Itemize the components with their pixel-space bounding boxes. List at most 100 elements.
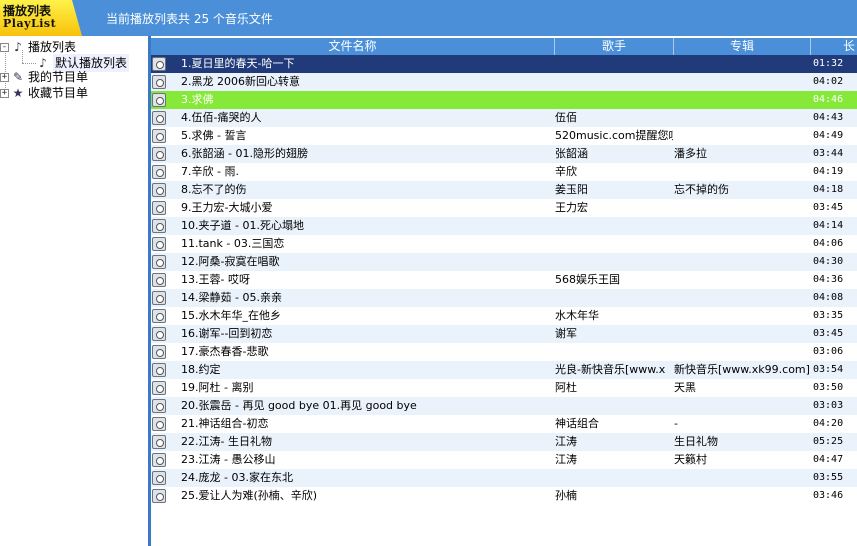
track-album — [674, 289, 810, 307]
track-artist: 辛欣 — [555, 165, 577, 178]
table-row[interactable]: 7.辛欣 - 雨. 辛欣 04:19 — [151, 163, 857, 181]
track-artist: 江涛 — [555, 435, 577, 448]
track-duration: 03:46 — [813, 490, 844, 501]
audio-file-icon — [151, 163, 169, 181]
track-title: 1.夏日里的春天-哈一下 — [181, 57, 295, 70]
table-row[interactable]: 17.豪杰春香-悲歌 03:06 — [151, 343, 857, 361]
table-row[interactable]: 10.夹子道 - 01.死心塌地 04:14 — [151, 217, 857, 235]
track-artist: 光良-新快音乐[www.x — [555, 363, 666, 376]
track-artist — [555, 289, 673, 307]
audio-file-icon — [151, 307, 169, 325]
table-row[interactable]: 2.黑龙 2006新回心转意 04:02 — [151, 73, 857, 91]
audio-file-icon — [151, 433, 169, 451]
cd-icon — [152, 165, 166, 179]
table-row[interactable]: 6.张韶涵 - 01.隐形的翅膀 张韶涵 潘多拉 03:44 — [151, 145, 857, 163]
tree-connector — [22, 63, 36, 64]
track-title: 22.江涛- 生日礼物 — [181, 435, 272, 448]
track-album — [674, 109, 810, 127]
column-header-artist[interactable]: 歌手 — [555, 38, 674, 55]
audio-file-icon — [151, 271, 169, 289]
track-album: 潘多拉 — [674, 147, 707, 160]
column-header-title[interactable]: 文件名称 — [151, 38, 555, 55]
table-row[interactable]: 3.求佛 04:46 — [151, 91, 857, 109]
table-row[interactable]: 5.求佛 - 誓言 520music.com提醒您叹 04:49 — [151, 127, 857, 145]
track-artist: 神话组合 — [555, 417, 599, 430]
expand-toggle-icon[interactable]: + — [0, 88, 9, 98]
track-title: 3.求佛 — [181, 93, 214, 106]
track-album — [674, 307, 810, 325]
column-header-album[interactable]: 专辑 — [674, 38, 811, 55]
audio-file-icon — [151, 487, 169, 505]
track-duration: 04:06 — [813, 238, 844, 249]
audio-file-icon — [151, 145, 169, 163]
track-album — [674, 163, 810, 181]
track-title: 6.张韶涵 - 01.隐形的翅膀 — [181, 147, 308, 160]
track-title: 10.夹子道 - 01.死心塌地 — [181, 219, 304, 232]
cd-icon — [152, 435, 166, 449]
track-duration: 03:54 — [813, 364, 844, 375]
table-row[interactable]: 15.水木年华_在他乡 水木年华 03:35 — [151, 307, 857, 325]
track-artist: 阿杜 — [555, 381, 577, 394]
table-row[interactable]: 19.阿杜 - 离别 阿杜 天黑 03:50 — [151, 379, 857, 397]
table-row[interactable]: 20.张震岳 - 再见 good bye 01.再见 good bye 03:03 — [151, 397, 857, 415]
audio-file-icon — [151, 343, 169, 361]
tree-item-label: 收藏节目单 — [28, 86, 89, 100]
star-list-icon: ★ — [12, 86, 24, 100]
table-row[interactable]: 24.庞龙 - 03.家在东北 03:55 — [151, 469, 857, 487]
table-row[interactable]: 4.伍佰-痛哭的人 伍佰 04:43 — [151, 109, 857, 127]
track-duration: 04:47 — [813, 454, 844, 465]
table-row[interactable]: 14.梁静茹 - 05.亲亲 04:08 — [151, 289, 857, 307]
track-album: 天籁村 — [674, 453, 707, 466]
column-header-duration[interactable]: 长 — [811, 38, 857, 55]
cd-icon — [152, 489, 166, 503]
track-title: 23.江涛 - 愚公移山 — [181, 453, 276, 466]
table-header: 文件名称 歌手 专辑 长 — [151, 38, 857, 55]
table-row[interactable]: 1.夏日里的春天-哈一下 01:32 — [151, 55, 857, 73]
audio-file-icon — [151, 289, 169, 307]
table-row[interactable]: 22.江涛- 生日礼物 江涛 生日礼物 05:25 — [151, 433, 857, 451]
cd-icon — [152, 327, 166, 341]
tree-item-favorite-programs[interactable]: + ★ 收藏节目单 — [0, 84, 88, 102]
track-title: 8.忘不了的伤 — [181, 183, 247, 196]
table-row[interactable]: 25.爱让人为难(孙楠、辛欣) 孙楠 03:46 — [151, 487, 857, 505]
track-duration: 04:36 — [813, 274, 844, 285]
track-duration: 04:20 — [813, 418, 844, 429]
logo-title-en: PlayList — [3, 17, 57, 30]
collapse-toggle-icon[interactable]: - — [0, 42, 9, 52]
table-row[interactable]: 11.tank - 03.三国恋 04:06 — [151, 235, 857, 253]
table-row[interactable]: 23.江涛 - 愚公移山 江涛 天籁村 04:47 — [151, 451, 857, 469]
table-row[interactable]: 16.谢军--回到初恋 谢军 03:45 — [151, 325, 857, 343]
track-duration: 05:25 — [813, 436, 844, 447]
cd-icon — [152, 255, 166, 269]
track-duration: 03:45 — [813, 328, 844, 339]
cd-icon — [152, 75, 166, 89]
table-row[interactable]: 21.神话组合-初恋 神话组合 - 04:20 — [151, 415, 857, 433]
table-row[interactable]: 8.忘不了的伤 姜玉阳 忘不掉的伤 04:18 — [151, 181, 857, 199]
track-album — [674, 397, 810, 415]
cd-icon — [152, 201, 166, 215]
track-title: 9.王力宏-大城小爱 — [181, 201, 273, 214]
track-artist: 伍佰 — [555, 111, 577, 124]
track-artist — [555, 73, 673, 91]
table-row[interactable]: 12.阿桑-寂寞在唱歌 04:30 — [151, 253, 857, 271]
track-duration: 03:50 — [813, 382, 844, 393]
track-album: 生日礼物 — [674, 435, 718, 448]
track-title: 14.梁静茹 - 05.亲亲 — [181, 291, 282, 304]
track-album — [674, 127, 810, 145]
table-row[interactable]: 9.王力宏-大城小爱 王力宏 03:45 — [151, 199, 857, 217]
header-bar: 播放列表 PlayList 当前播放列表共 25 个音乐文件 — [0, 0, 857, 36]
track-album: 新快音乐[www.xk99.com] — [674, 363, 810, 376]
cd-icon — [152, 129, 166, 143]
audio-file-icon — [151, 253, 169, 271]
playlist-tree: - ♪ 播放列表 ♪ 默认播放列表 + ✎ 我的节目单 + ★ 收藏节目单 — [0, 36, 148, 546]
cd-icon — [152, 93, 166, 107]
cd-icon — [152, 399, 166, 413]
cd-icon — [152, 273, 166, 287]
table-row[interactable]: 18.约定 光良-新快音乐[www.x 新快音乐[www.xk99.com] 03:5… — [151, 361, 857, 379]
expand-toggle-icon[interactable]: + — [0, 72, 9, 82]
audio-file-icon — [151, 127, 169, 145]
table-row[interactable]: 13.王蓉- 哎呀 568娱乐王国 04:36 — [151, 271, 857, 289]
audio-file-icon — [151, 199, 169, 217]
track-duration: 01:32 — [813, 58, 844, 69]
track-album — [674, 253, 810, 271]
